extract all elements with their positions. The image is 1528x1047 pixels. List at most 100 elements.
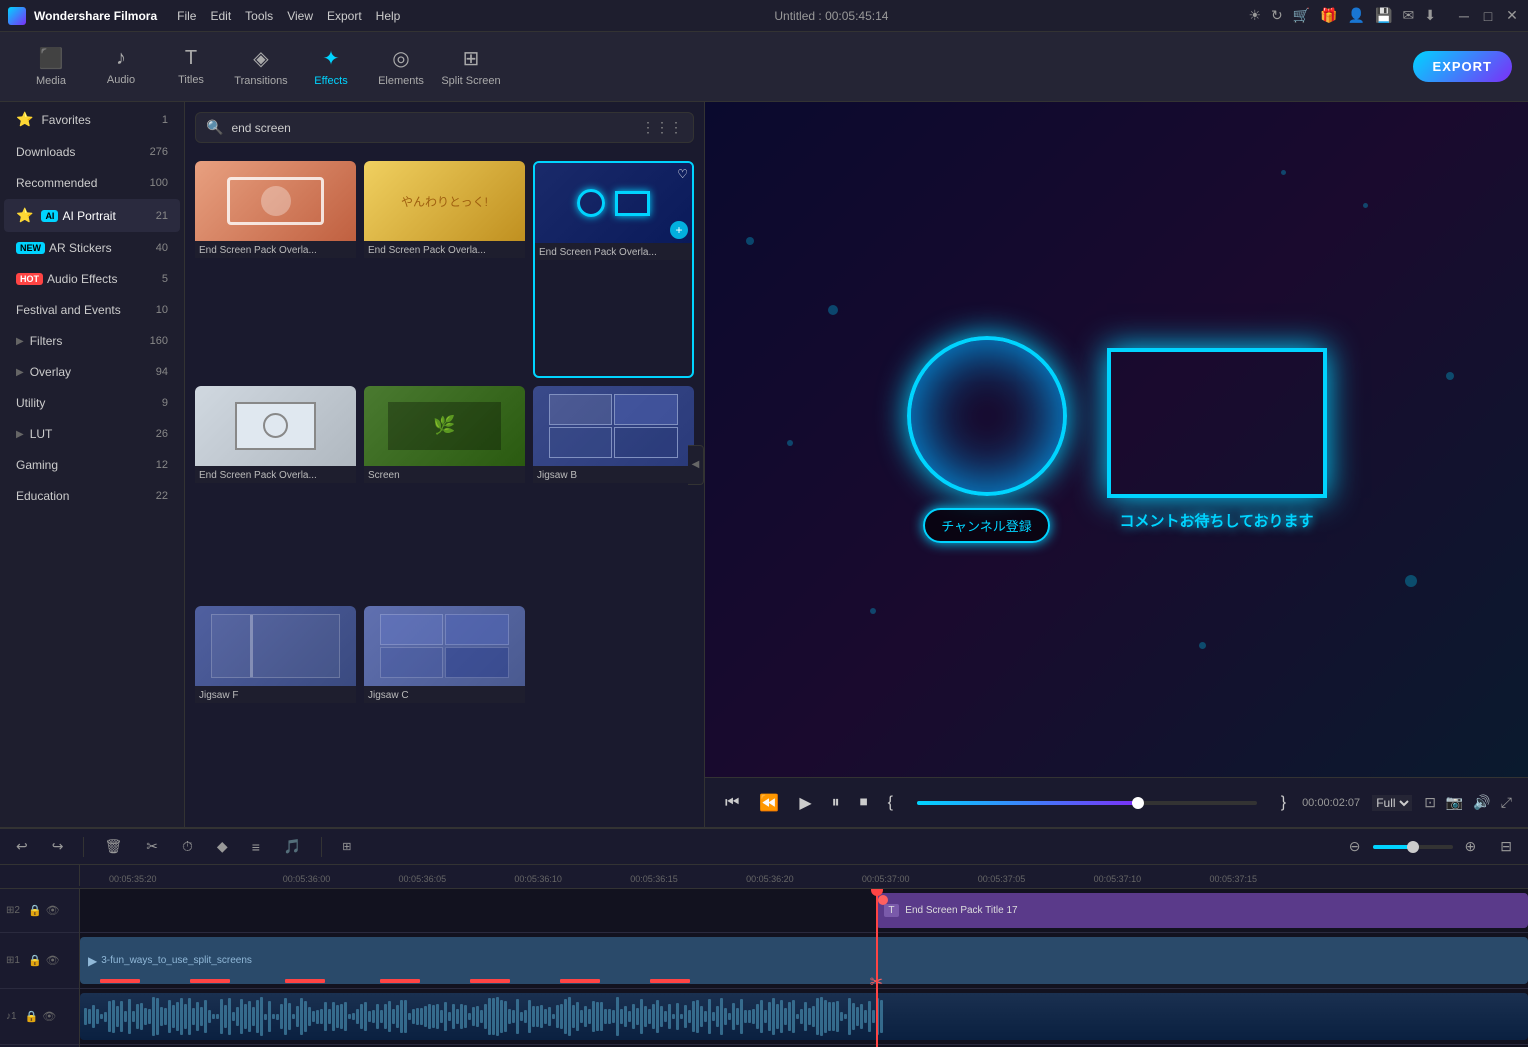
screen-fit-icon[interactable]: ⊡ (1424, 794, 1436, 811)
toolbar-transitions[interactable]: ◈ Transitions (226, 37, 296, 97)
ruler-mark-3: 00:05:36:05 (399, 874, 447, 884)
sidebar-gaming-count: 12 (156, 459, 168, 471)
undo-button[interactable]: ↩ (12, 834, 32, 859)
minimize-button[interactable]: ─ (1456, 8, 1472, 24)
sidebar-item-gaming[interactable]: Gaming 12 (4, 450, 180, 480)
effect-card-4[interactable]: End Screen Pack Overla... (195, 386, 356, 599)
marker-left[interactable]: { (884, 790, 897, 816)
menu-file[interactable]: File (177, 9, 196, 23)
fit-timeline-button[interactable]: ⊟ (1496, 834, 1516, 859)
sidebar-downloads-label: Downloads (16, 145, 150, 159)
effect-card-7[interactable]: Jigsaw F (195, 606, 356, 819)
gift-icon[interactable]: 🎁 (1320, 7, 1337, 24)
maximize-button[interactable]: □ (1480, 8, 1496, 24)
pause-button[interactable]: ⏸ (828, 790, 844, 816)
sidebar-item-festival-events[interactable]: Festival and Events 10 (4, 295, 180, 325)
overlay-expand-icon: ▶ (16, 367, 24, 378)
play-back-button[interactable]: ⏪ (755, 789, 783, 817)
zoom-knob[interactable] (1407, 841, 1419, 853)
delete-button[interactable]: 🗑 (100, 834, 126, 859)
sun-icon[interactable]: ☀ (1248, 7, 1261, 24)
cut-button[interactable]: ✂ (142, 834, 162, 859)
search-input[interactable] (231, 121, 633, 135)
fullscreen-icon[interactable]: ⤢ (1501, 794, 1512, 811)
quality-selector[interactable]: Full 1/2 1/4 (1372, 795, 1412, 811)
track-effects-eye[interactable]: 👁 (46, 904, 60, 917)
hot-badge: HOT (16, 273, 43, 285)
toolbar-media[interactable]: ⬛ Media (16, 37, 86, 97)
duration-button[interactable]: ⏱ (178, 834, 197, 859)
stop-button[interactable]: ⏹ (856, 790, 872, 816)
media-icon: ⬛ (39, 46, 64, 71)
audio-detach-button[interactable]: 🎵 (280, 834, 305, 859)
zoom-out-button[interactable]: ⊖ (1345, 834, 1365, 859)
sidebar-item-overlay[interactable]: ▶ Overlay 94 (4, 357, 180, 387)
mail-icon[interactable]: ✉ (1403, 7, 1415, 24)
quality-select[interactable]: Full 1/2 1/4 (1372, 795, 1412, 811)
header-icons: ☀ ↻ 🛒 🎁 👤 💾 ✉ ⬇ (1248, 7, 1436, 24)
track-effects-lock[interactable]: 🔒 (28, 904, 42, 917)
toolbar-audio[interactable]: ♪ Audio (86, 37, 156, 97)
playhead[interactable] (876, 889, 878, 1047)
sidebar-item-ar-stickers[interactable]: NEW AR Stickers 40 (4, 233, 180, 263)
progress-knob[interactable] (1132, 797, 1144, 809)
sidebar-item-favorites[interactable]: ⭐ Favorites 1 (4, 103, 180, 136)
menu-edit[interactable]: Edit (210, 9, 231, 23)
progress-bar[interactable] (917, 801, 1257, 805)
sidebar-item-audio-effects[interactable]: HOT Audio Effects 5 (4, 264, 180, 294)
marker-right[interactable]: } (1277, 790, 1290, 816)
adjust-button[interactable]: ≡ (248, 835, 264, 859)
refresh-icon[interactable]: ↻ (1271, 7, 1283, 24)
effect-label-5: Screen (364, 466, 525, 483)
ruler-mark-1: 00:05:35:20 (109, 874, 157, 884)
toolbar-titles[interactable]: T Titles (156, 37, 226, 97)
screenshot-icon[interactable]: 📷 (1446, 794, 1463, 811)
effects-clip[interactable]: T End Screen Pack Title 17 (876, 893, 1528, 928)
redo-button[interactable]: ↪ (48, 834, 68, 859)
skip-back-button[interactable]: ⏮ (721, 790, 743, 816)
menu-export[interactable]: Export (327, 9, 362, 23)
zoom-in-button[interactable]: ⊕ (1461, 834, 1481, 859)
ruler-mark-6: 00:05:36:20 (746, 874, 794, 884)
sidebar-item-utility[interactable]: Utility 9 (4, 388, 180, 418)
sidebar-item-ai-portrait[interactable]: ⭐ AI AI Portrait 21 (4, 199, 180, 232)
zoom-slider[interactable] (1373, 845, 1453, 849)
track-audio-eye[interactable]: 👁 (42, 1010, 56, 1023)
sidebar-item-education[interactable]: Education 22 (4, 481, 180, 511)
effect-card-6[interactable]: Jigsaw B (533, 386, 694, 599)
close-button[interactable]: ✕ (1504, 8, 1520, 24)
sidebar-collapse-button[interactable]: ◀ (688, 445, 704, 485)
download-icon[interactable]: ⬇ (1424, 7, 1436, 24)
sidebar-item-recommended[interactable]: Recommended 100 (4, 168, 180, 198)
menu-tools[interactable]: Tools (245, 9, 273, 23)
effect-card-1[interactable]: End Screen Pack Overla... (195, 161, 356, 378)
menu-help[interactable]: Help (376, 9, 401, 23)
effect-card-3[interactable]: + ♡ End Screen Pack Overla... (533, 161, 694, 378)
effect-card-8[interactable]: Jigsaw C (364, 606, 525, 819)
toolbar-elements[interactable]: ◎ Elements (366, 37, 436, 97)
snap-icon[interactable]: ⊞ (338, 836, 355, 857)
volume-icon[interactable]: 🔊 (1473, 794, 1490, 811)
effect-card-5[interactable]: 🌿 Screen (364, 386, 525, 599)
effect-card-2[interactable]: やんわりとっく! End Screen Pack Overla... (364, 161, 525, 378)
ruler-mark-5: 00:05:36:15 (630, 874, 678, 884)
menu-view[interactable]: View (287, 9, 313, 23)
user-icon[interactable]: 👤 (1348, 7, 1365, 24)
play-button[interactable]: ▶ (795, 789, 815, 817)
save-icon[interactable]: 💾 (1375, 7, 1392, 24)
sidebar-item-lut[interactable]: ▶ LUT 26 (4, 419, 180, 449)
effects-grid: End Screen Pack Overla... やんわりとっく! End S… (185, 153, 704, 827)
cart-icon[interactable]: 🛒 (1293, 7, 1310, 24)
toolbar-split-screen[interactable]: ⊞ Split Screen (436, 37, 506, 97)
export-button[interactable]: EXPORT (1413, 51, 1512, 82)
toolbar-effects[interactable]: ✦ Effects (296, 37, 366, 97)
sidebar-lut-label: LUT (30, 427, 156, 441)
sidebar-item-downloads[interactable]: Downloads 276 (4, 137, 180, 167)
grid-icon[interactable]: ⋮⋮⋮ (641, 119, 683, 136)
sidebar-item-filters[interactable]: ▶ Filters 160 (4, 326, 180, 356)
track-video-lock[interactable]: 🔒 (28, 954, 42, 967)
sidebar-education-label: Education (16, 489, 156, 503)
track-audio-lock[interactable]: 🔒 (25, 1010, 39, 1023)
keyframe-button[interactable]: ◆ (213, 834, 232, 859)
track-video-eye[interactable]: 👁 (46, 954, 60, 967)
